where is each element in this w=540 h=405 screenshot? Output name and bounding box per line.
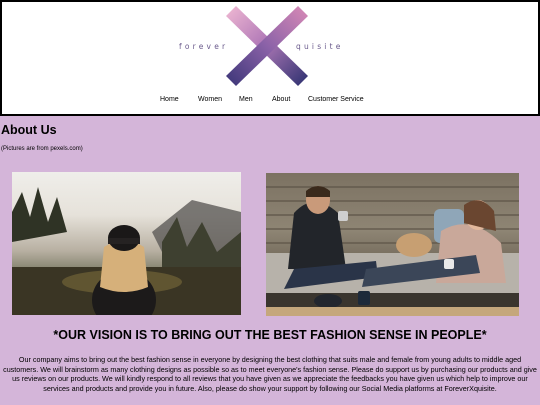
image-credit: (Pictures are from pexels.com) (1, 146, 83, 152)
about-paragraph: Our company aims to bring out the best f… (3, 355, 537, 393)
site-header: forever quisite Home Women Men About Cus… (0, 0, 540, 116)
logo-text-right: quisite (296, 42, 344, 51)
nav-customer-service[interactable]: Customer Service (308, 96, 364, 103)
logo-text-left: forever (179, 42, 229, 51)
nav-home[interactable]: Home (160, 96, 179, 103)
nav-women[interactable]: Women (198, 96, 222, 103)
couple-with-dog-on-sofa-photo (266, 173, 519, 316)
page-title: About Us (1, 123, 57, 137)
woman-in-beanie-forest-photo (12, 172, 241, 315)
nav-men[interactable]: Men (239, 96, 253, 103)
nav-about[interactable]: About (272, 96, 290, 103)
main-nav: Home Women Men About Customer Service (2, 96, 538, 110)
vision-statement: *OUR VISION IS TO BRING OUT THE BEST FAS… (53, 328, 487, 342)
site-logo[interactable]: forever quisite (162, 6, 382, 86)
